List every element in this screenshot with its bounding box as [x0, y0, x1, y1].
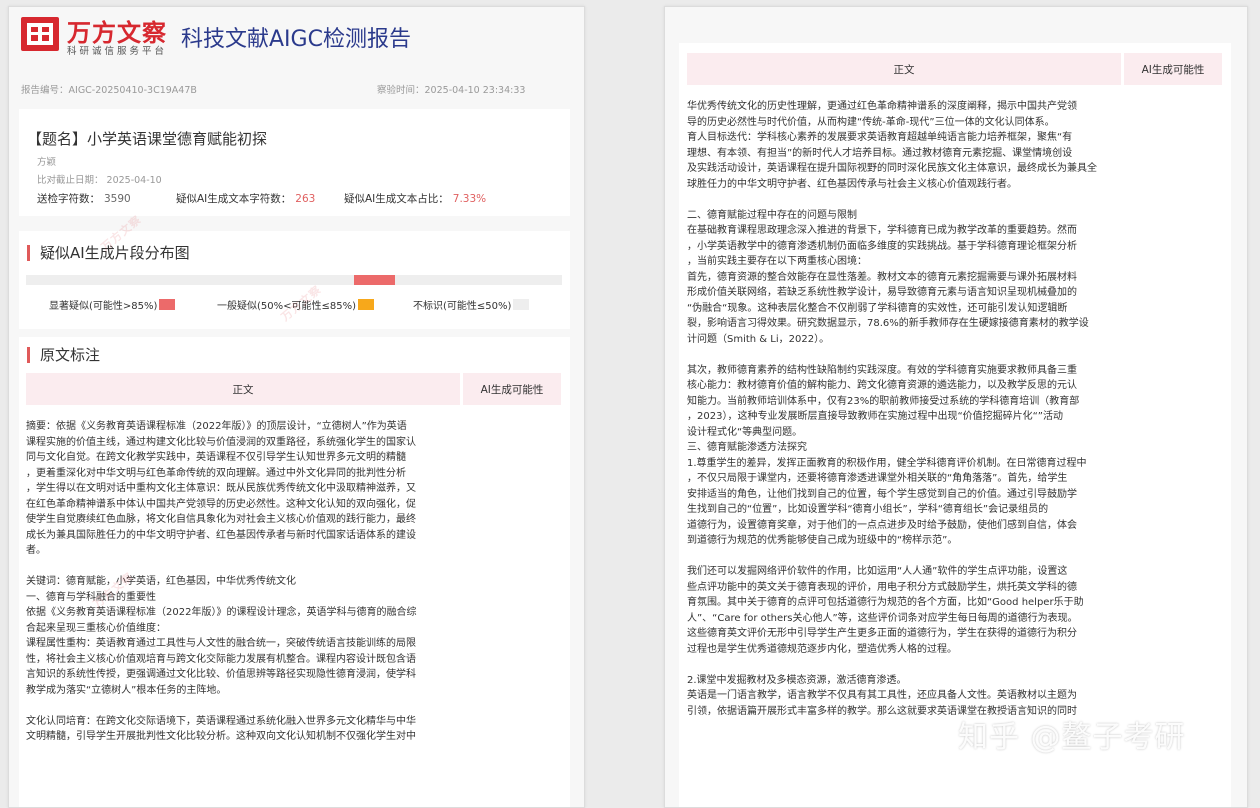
annotation-title: 原文标注	[27, 347, 100, 363]
legend-none: 不标识(可能性≤50%)	[413, 297, 530, 312]
document-title: 【题名】小学英语课堂德育赋能初探	[27, 130, 268, 148]
report-page-2: 正文 AI生成可能性 华优秀传统文化的历史性理解，更通过红色革命精神谱系的深度阐…	[664, 6, 1248, 808]
report-page-1: 万方文察 科研诚信服务平台 科技文献AIGC检测报告 报告编号：AIGC-202…	[8, 6, 585, 808]
column-header-ai-probability: AI生成可能性	[463, 373, 561, 405]
distribution-bar	[26, 275, 562, 285]
stat-ai-char-count: 疑似AI生成文本字符数： 263	[176, 193, 316, 205]
brand-subtitle: 科研诚信服务平台	[67, 46, 168, 57]
stat-char-count: 送检字符数： 3590	[37, 193, 131, 205]
zhihu-credit-watermark: 知乎 @鳌子考研	[958, 720, 1186, 755]
check-time: 察验时间：2025-04-10 23:34:33	[377, 85, 526, 96]
column-header-text: 正文	[687, 53, 1121, 85]
legend-swatch-none	[513, 299, 530, 310]
body-text-page-1: 摘要：依据《义务教育英语课程标准（2022年版）》的顶层设计，“立德树人”作为英…	[26, 421, 417, 742]
document-author: 方颖	[37, 157, 57, 168]
document-info-card: 【题名】小学英语课堂德育赋能初探 方颖 比对截止日期： 2025-04-10 送…	[19, 109, 570, 216]
report-number: 报告编号：AIGC-20250410-3C19A47B	[21, 85, 197, 96]
legend-swatch-medium	[358, 299, 375, 310]
distribution-segment	[354, 275, 395, 285]
legend-high: 显著疑似(可能性>85%)	[49, 297, 176, 312]
wanfang-logo-icon	[21, 17, 59, 51]
body-text-page-2: 华优秀传统文化的历史性理解，更通过红色革命精神谱系的深度阐释，揭示中国共产党领 …	[687, 101, 1097, 717]
column-header-ai-probability: AI生成可能性	[1124, 53, 1222, 85]
compare-cutoff-date: 比对截止日期： 2025-04-10	[37, 175, 162, 186]
column-header-text: 正文	[26, 373, 460, 405]
legend-swatch-high	[159, 299, 176, 310]
stat-ai-ratio: 疑似AI生成文本占比： 7.33%	[344, 193, 487, 205]
report-title: 科技文献AIGC检测报告	[181, 27, 411, 52]
